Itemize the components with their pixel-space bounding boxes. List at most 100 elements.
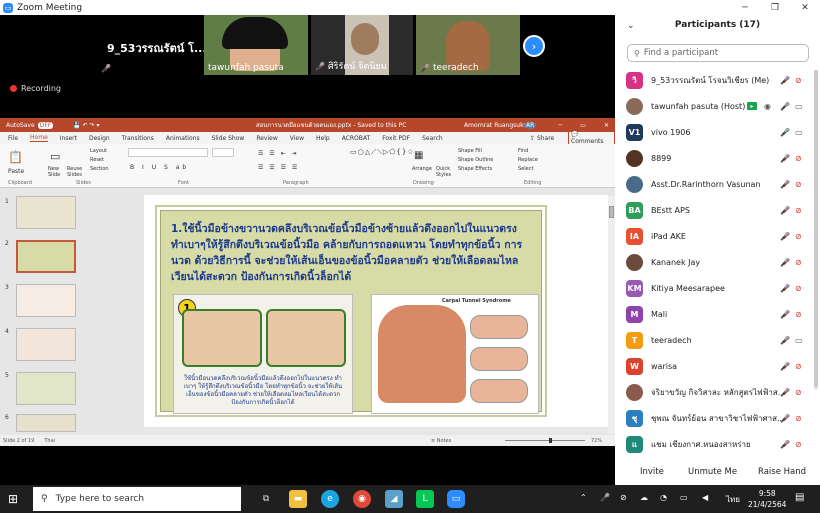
camera-off-icon[interactable]: ⊘ xyxy=(795,440,802,449)
slide-thumbnail-selected[interactable] xyxy=(16,240,76,273)
tab-foxit[interactable]: Foxit PDF xyxy=(382,135,410,142)
app-icon[interactable]: ◢ xyxy=(385,490,403,508)
camera-off-icon[interactable]: ⊘ xyxy=(795,154,802,163)
slide-thumbnail[interactable] xyxy=(16,284,76,317)
raise-hand-button[interactable]: Raise Hand xyxy=(758,467,806,477)
layout-button[interactable]: Layout xyxy=(90,148,107,154)
camera-off-icon[interactable]: ⊘ xyxy=(795,76,802,85)
shapes-gallery[interactable]: ▭○△⟋⟍▷⬠{}☆ xyxy=(350,148,415,157)
battery-icon[interactable]: ▭ xyxy=(680,493,688,502)
taskbar-search-box[interactable]: ⚲ Type here to search xyxy=(33,487,241,511)
file-explorer-icon[interactable]: ▬ xyxy=(289,490,307,508)
mic-muted-icon[interactable]: 🎤̸ xyxy=(780,336,790,345)
volume-icon[interactable]: ◀ xyxy=(702,493,708,502)
camera-off-icon[interactable]: ⊘ xyxy=(795,362,802,371)
unmute-me-button[interactable]: Unmute Me xyxy=(688,467,737,477)
camera-off-icon[interactable]: ⊘ xyxy=(795,388,802,397)
reuse-slides-button[interactable]: Reuse Slides xyxy=(67,166,87,178)
slide-thumbnail[interactable] xyxy=(16,372,76,405)
camera-on-icon[interactable]: ▭ xyxy=(795,128,803,137)
minimize-icon[interactable]: ─ xyxy=(559,122,563,129)
participant-row[interactable]: แ แชม เชียงกาศ.หนองสาหร่าย 🎤̸ ⊘ xyxy=(615,431,815,457)
tab-insert[interactable]: Insert xyxy=(60,135,77,142)
line-icon[interactable]: L xyxy=(416,490,434,508)
notification-icon[interactable]: ▤ xyxy=(795,492,804,503)
shape-fill-button[interactable]: Shape Fill xyxy=(458,148,482,154)
camera-off-icon[interactable]: ⊘ xyxy=(795,180,802,189)
scrollbar-thumb[interactable] xyxy=(814,70,818,388)
tab-transitions[interactable]: Transitions xyxy=(122,135,154,142)
chrome-icon[interactable]: ◉ xyxy=(353,490,371,508)
camera-off-icon[interactable]: ⊘ xyxy=(795,258,802,267)
new-slide-icon[interactable]: ▭ xyxy=(50,150,60,163)
font-format-icons[interactable]: B I U S ab xyxy=(130,164,189,171)
windows-start-icon[interactable]: ⊞ xyxy=(8,492,18,506)
next-videos-button[interactable]: › xyxy=(523,35,545,57)
mic-muted-icon[interactable]: 🎤̸ xyxy=(780,284,790,293)
shape-outline-button[interactable]: Shape Outline xyxy=(458,157,493,163)
tab-search[interactable]: Search xyxy=(422,135,443,142)
participant-row[interactable]: KM Kitiya Meesarapee 🎤̸ ⊘ xyxy=(615,275,815,301)
notes-button[interactable]: ≡ Notes xyxy=(431,438,451,444)
zoom-slider-knob[interactable] xyxy=(549,438,552,443)
arrange-icon[interactable]: ▦ xyxy=(414,150,423,161)
quick-styles-button[interactable]: Quick Styles xyxy=(436,166,458,178)
list-icons[interactable]: ☰ ☰ ⇤ ⇥ xyxy=(258,150,299,157)
mic-muted-icon[interactable]: 🎤̸ xyxy=(780,154,790,163)
arrange-button[interactable]: Arrange xyxy=(412,166,432,172)
section-button[interactable]: Section xyxy=(90,166,109,172)
slide-thumbnail[interactable] xyxy=(16,414,76,432)
mic-muted-icon[interactable]: 🎤̸ xyxy=(780,440,790,449)
mic-muted-icon[interactable]: 🎤̸ xyxy=(780,232,790,241)
camera-off-icon[interactable]: ⊘ xyxy=(795,284,802,293)
participant-row[interactable]: tawunfah pasuta (Host) ▸ ◉ 🎤 ▭ xyxy=(615,93,815,119)
mic-muted-icon[interactable]: 🎤̸ xyxy=(780,206,790,215)
tab-help[interactable]: Help xyxy=(316,135,330,142)
mic-on-icon[interactable]: 🎤 xyxy=(780,128,790,137)
tab-view[interactable]: View xyxy=(290,135,304,142)
tab-slideshow[interactable]: Slide Show xyxy=(212,135,245,142)
find-button[interactable]: Find xyxy=(518,148,528,154)
mic-muted-icon[interactable]: 🎤̸ xyxy=(780,310,790,319)
zoom-taskbar-icon[interactable]: ▭ xyxy=(447,490,465,508)
participant-row[interactable]: วิ 9_53วรรณรัตน์ โรจนวิเชียร (Me) 🎤̸ ⊘ xyxy=(615,67,815,93)
camera-on-icon[interactable]: ▭ xyxy=(795,102,803,111)
new-slide-button[interactable]: New Slide xyxy=(48,166,68,178)
task-view-icon[interactable]: ⧉ xyxy=(257,490,275,508)
video-tile[interactable]: 🎤̸ ศิริรัตน์ จิตนิยม xyxy=(311,15,413,75)
zoom-level[interactable]: 72% xyxy=(591,438,602,444)
paste-button[interactable]: Paste xyxy=(8,168,24,175)
onedrive-icon[interactable]: ☁ xyxy=(640,493,648,502)
user-avatar[interactable]: AR xyxy=(524,121,537,129)
close-button[interactable]: ✕ xyxy=(790,0,820,15)
mic-muted-icon[interactable]: 🎤̸ xyxy=(780,180,790,189)
participant-scrollbar[interactable] xyxy=(814,70,818,390)
network-icon[interactable]: ⊘ xyxy=(620,493,627,502)
close-icon[interactable]: ✕ xyxy=(604,122,609,129)
font-size-select[interactable] xyxy=(212,148,234,157)
scrollbar-thumb[interactable] xyxy=(609,206,614,218)
mic-muted-icon[interactable]: 🎤̸ xyxy=(780,76,790,85)
mic-muted-icon[interactable]: 🎤̸ xyxy=(780,362,790,371)
tab-file[interactable]: File xyxy=(8,135,18,142)
slide-thumbnail[interactable] xyxy=(16,328,76,361)
shape-effects-button[interactable]: Shape Effects xyxy=(458,166,492,172)
participant-row[interactable]: จริยาขวัญ กิจวิสาละ หลักสูตรไฟฟ้าส... 🎤̸ ⊘ xyxy=(615,379,815,405)
select-button[interactable]: Select xyxy=(518,166,533,172)
input-language[interactable]: ไทย xyxy=(726,493,740,506)
mic-tray-icon[interactable]: 🎤 xyxy=(600,493,610,502)
font-name-select[interactable] xyxy=(128,148,208,157)
camera-off-icon[interactable]: ⊘ xyxy=(795,232,802,241)
maximize-icon[interactable]: ▭ xyxy=(580,122,586,129)
maximize-button[interactable]: ❐ xyxy=(760,0,790,15)
mic-muted-icon[interactable]: 🎤̸ xyxy=(780,414,790,423)
participant-row[interactable]: Wwarisa 🎤̸ ⊘ xyxy=(615,353,815,379)
replace-button[interactable]: Replace xyxy=(518,157,538,163)
align-icons[interactable]: ☰ ☰ ☰ ☰ xyxy=(258,164,299,171)
recording-indicator[interactable]: Recording xyxy=(10,84,61,93)
video-tile[interactable]: 9_53วรรณรัตน์ โ... 🎤̸ xyxy=(99,15,207,75)
tray-chevron-icon[interactable]: ⌃ xyxy=(580,493,587,502)
camera-off-icon[interactable]: ⊘ xyxy=(795,206,802,215)
participant-row[interactable]: M Mali 🎤̸ ⊘ xyxy=(615,301,815,327)
share-button[interactable]: ⇪ Share xyxy=(530,135,554,142)
